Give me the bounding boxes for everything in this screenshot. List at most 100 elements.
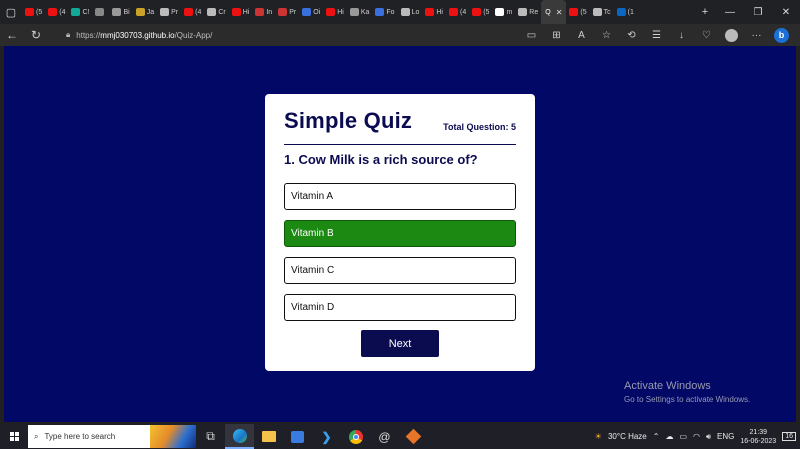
browser-tab[interactable]: (5 (22, 0, 45, 24)
browser-tab[interactable]: Tc (590, 0, 614, 24)
tab-label: m (506, 8, 513, 16)
language-indicator[interactable]: ENG (717, 432, 734, 441)
browser-tab[interactable]: (5 (566, 0, 589, 24)
url-field[interactable]: 🔒︎ https://mmj030703.github.io/Quiz-App/ (62, 27, 510, 43)
next-button[interactable]: Next (361, 330, 439, 357)
tab-favicon-icon (326, 8, 336, 16)
volume-icon[interactable]: 🔊︎ (706, 432, 711, 442)
tab-label: (5 (580, 8, 587, 16)
tab-favicon-icon (25, 8, 34, 16)
active-browser-tab[interactable]: Q ✕ (541, 0, 567, 24)
browser-tab[interactable]: Ja (133, 0, 157, 24)
question-text: 1. Cow Milk is a rich source of? (284, 152, 478, 167)
browser-tab[interactable]: C! (68, 0, 92, 24)
edge-icon[interactable] (225, 424, 254, 449)
battery-icon[interactable]: ▭ (679, 432, 687, 441)
read-aloud-icon[interactable]: A (569, 24, 594, 46)
watermark-subtitle: Go to Settings to activate Windows. (624, 395, 751, 404)
performance-icon[interactable]: ♡ (694, 24, 719, 46)
browser-tab[interactable]: Bi (109, 0, 132, 24)
browser-tab[interactable]: (4 (45, 0, 68, 24)
tab-favicon-icon (95, 8, 105, 16)
grid-icon[interactable]: ⊞ (544, 24, 569, 46)
tab-list: (5 (4 C! Bi Ja Pr (4 Cr Hi In Pr Oi Hi Ka Fo Lo Hi (4 (5 m R… (22, 0, 694, 24)
tab-label: Pr (289, 8, 297, 16)
date-text: 16-06-2023 (740, 437, 777, 445)
tab-favicon-icon (71, 8, 81, 16)
answer-option-1[interactable]: Vitamin A (284, 183, 516, 210)
browser-tab[interactable]: Cr (204, 0, 228, 24)
downloads-icon[interactable]: ↓ (669, 24, 694, 46)
browser-tab[interactable]: Oi (299, 0, 323, 24)
answer-option-2[interactable]: Vitamin B (284, 220, 516, 247)
chevron-up-icon[interactable]: ⌃ (653, 432, 660, 441)
tab-label: (4 (459, 8, 467, 16)
at-sign-app-icon[interactable]: @ (370, 424, 399, 449)
windows-logo-icon (9, 432, 19, 441)
wifi-icon[interactable]: ◠ (693, 432, 700, 441)
start-button[interactable] (0, 424, 28, 449)
tab-favicon-icon (518, 8, 528, 16)
tab-favicon-icon (48, 8, 58, 16)
browser-tab[interactable]: Re (515, 0, 541, 24)
close-window-icon[interactable]: ✕ (772, 0, 800, 24)
browser-tab[interactable]: In (252, 0, 275, 24)
browser-tab[interactable]: Pr (157, 0, 181, 24)
browser-tab[interactable]: (4 (446, 0, 469, 24)
close-tab-icon[interactable]: ✕ (556, 8, 563, 17)
tab-favicon-icon (495, 8, 505, 16)
file-explorer-icon[interactable] (254, 424, 283, 449)
tab-label: Tc (603, 8, 611, 16)
answer-option-4[interactable]: Vitamin D (284, 294, 516, 321)
browser-tab[interactable]: (5 (469, 0, 492, 24)
vscode-icon[interactable]: ❯ (312, 424, 341, 449)
minimize-icon[interactable]: — (716, 0, 744, 24)
tab-favicon-icon (160, 8, 170, 16)
refresh-icon[interactable]: ↻ (24, 24, 48, 46)
browser-tab[interactable]: Fo (372, 0, 397, 24)
tab-favicon-icon (448, 8, 458, 16)
taskbar-search[interactable]: ⌕ Type here to search (28, 425, 196, 448)
browser-tab[interactable]: (4 (181, 0, 204, 24)
browser-tab[interactable]: Hi (229, 0, 253, 24)
browser-viewport: Simple Quiz Total Question: 5 1. Cow Mil… (0, 46, 800, 424)
browser-tab[interactable]: Ka (347, 0, 373, 24)
watermark-title: Activate Windows (624, 380, 711, 392)
tab-actions-icon[interactable]: ▢ (0, 0, 22, 24)
favorite-star-icon[interactable]: ☆ (594, 24, 619, 46)
tab-favicon-icon (616, 8, 626, 16)
answer-option-3[interactable]: Vitamin C (284, 257, 516, 284)
more-menu-icon[interactable]: ··· (744, 24, 769, 46)
bing-icon[interactable]: b (769, 24, 794, 46)
git-icon[interactable] (399, 424, 428, 449)
browser-tab[interactable]: Hi (323, 0, 347, 24)
tab-favicon-icon (425, 8, 435, 16)
back-icon[interactable]: ← (0, 24, 24, 46)
favorites-icon[interactable]: ☰ (644, 24, 669, 46)
browser-tab[interactable]: Lo (398, 0, 423, 24)
browser-tab[interactable]: m (492, 0, 515, 24)
active-tab-label: Q (545, 8, 551, 16)
quiz-card: Simple Quiz Total Question: 5 1. Cow Mil… (265, 94, 535, 371)
onedrive-icon[interactable]: ☁ (665, 432, 673, 441)
restore-icon[interactable]: ❐ (744, 0, 772, 24)
clock[interactable]: 21:39 16-06-2023 (740, 428, 776, 446)
store-icon[interactable] (283, 424, 312, 449)
notification-icon[interactable]: 16 (782, 432, 796, 441)
browser-tab[interactable]: Hi (422, 0, 446, 24)
browser-tab[interactable]: Pr (275, 0, 299, 24)
extensions-icon[interactable]: ⟲ (619, 24, 644, 46)
app-available-icon[interactable]: ▭ (519, 24, 544, 46)
quiz-page: Simple Quiz Total Question: 5 1. Cow Mil… (4, 46, 796, 422)
lock-icon: 🔒︎ (66, 30, 71, 39)
chrome-icon[interactable] (341, 424, 370, 449)
profile-avatar[interactable] (719, 24, 744, 46)
title-divider (284, 144, 516, 145)
time-text: 21:39 (749, 428, 768, 436)
task-view-icon[interactable]: ⧉ (196, 424, 225, 449)
search-placeholder: Type here to search (44, 432, 116, 441)
browser-tab[interactable] (92, 0, 109, 24)
weather-text[interactable]: 30°C Haze (608, 432, 647, 441)
browser-tab[interactable]: (1 (614, 0, 637, 24)
new-tab-button[interactable]: + (694, 0, 716, 24)
